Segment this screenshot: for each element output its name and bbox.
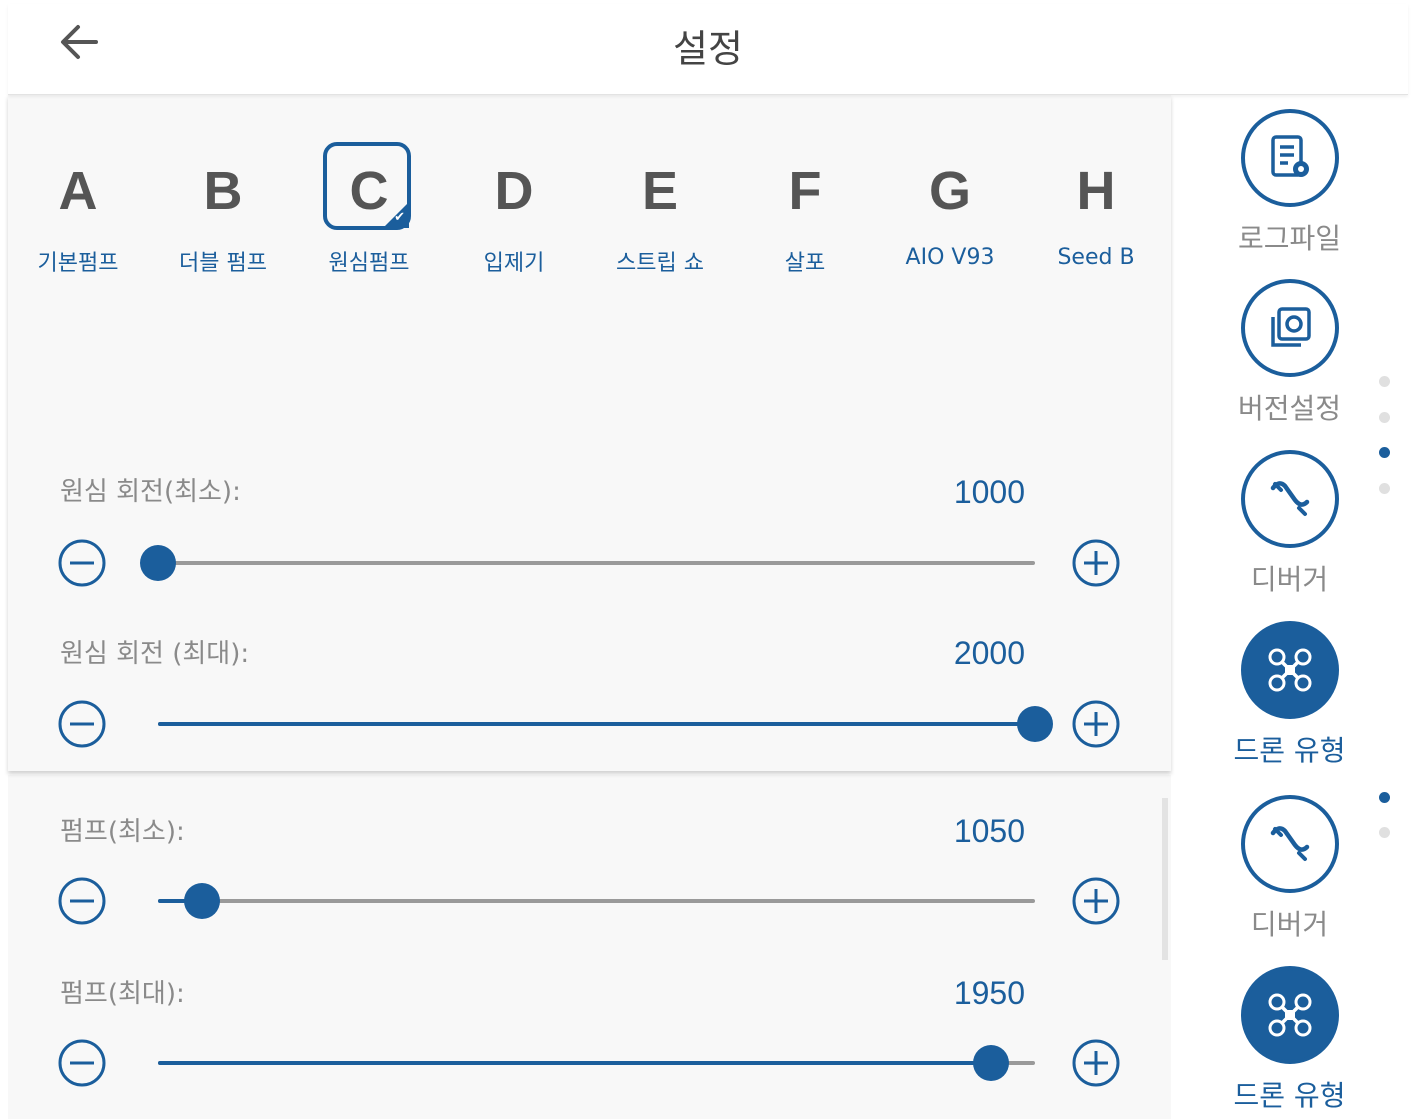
slider-thumb[interactable] [973, 1045, 1010, 1081]
menu-label: 디버거 [1250, 908, 1329, 941]
settings-panel-top: A 기본펌프 B 더블 펌프 ✔ C 원심펌프 D 입제기 E 스트립 쇼 F … [8, 95, 1171, 771]
drone-type-name: 더블 펌프 [179, 251, 267, 276]
debugger-icon [1240, 795, 1339, 893]
minus-icon[interactable] [57, 1038, 107, 1088]
page-title: 설정 [673, 27, 743, 71]
slider-label: 원심 회전(최소): [60, 477, 241, 507]
drone-type-d[interactable]: D 입제기 [459, 143, 569, 277]
page-dot-active[interactable] [1379, 792, 1390, 803]
plus-icon[interactable] [1071, 538, 1121, 588]
menu-label: 버전설정 [1237, 392, 1342, 425]
slider-value: 1000 [953, 474, 1025, 510]
page-dot-active[interactable] [1379, 447, 1390, 458]
menu-log-file[interactable]: 로그파일 [1171, 109, 1408, 257]
drone-type-letter: C [349, 161, 389, 221]
drone-type-g[interactable]: G AIO V93 [895, 143, 1005, 270]
slider-track[interactable] [140, 545, 1035, 581]
debugger-icon [1240, 450, 1339, 548]
slider-value: 1050 [953, 813, 1025, 849]
slider-fill [158, 722, 1035, 726]
drone-type-c[interactable]: ✔ C 원심펌프 [314, 142, 424, 277]
menu-debugger[interactable]: 디버거 [1171, 450, 1408, 598]
plus-icon[interactable] [1071, 699, 1121, 749]
minus-icon[interactable] [57, 699, 107, 749]
page-dot[interactable] [1379, 376, 1390, 387]
drone-type-a[interactable]: A 기본펌프 [23, 143, 133, 277]
page-dot[interactable] [1379, 483, 1390, 494]
slider-track[interactable] [158, 706, 1053, 742]
minus-icon[interactable] [57, 876, 107, 926]
slider-fill [158, 1061, 992, 1065]
drone-icon [1240, 966, 1339, 1064]
menu-debugger[interactable]: 디버거 [1171, 795, 1408, 943]
minus-icon[interactable] [57, 538, 107, 588]
drone-type-name: AIO V93 [905, 245, 995, 270]
drone-type-letter: D [494, 161, 534, 221]
slider-value: 2000 [953, 635, 1025, 671]
drone-type-letter: A [58, 161, 98, 221]
slider-value: 1950 [953, 975, 1025, 1011]
app-header: 설정 [8, 4, 1408, 95]
slider-track[interactable] [158, 883, 1035, 919]
slider-label: 원심 회전 (최대): [60, 639, 250, 669]
drone-type-letter: B [203, 161, 243, 221]
side-menu-top: 로그파일 버전설정 디버거 드론 유형 [1171, 95, 1408, 771]
menu-version[interactable]: 버전설정 [1171, 279, 1408, 427]
drone-type-letter: H [1076, 161, 1116, 221]
drone-type-name: Seed B [1057, 245, 1135, 270]
drone-type-letter: F [788, 161, 822, 221]
drone-type-name: 입제기 [483, 251, 545, 276]
drone-type-letter: G [928, 161, 971, 221]
settings-panel-bottom: 펌프(최소): 1050 펌프(최대): 1950 [8, 775, 1171, 1119]
menu-label: 드론 유형 [1233, 734, 1346, 767]
slider-thumb[interactable] [1017, 706, 1053, 742]
log-file-icon [1240, 109, 1339, 207]
page-dot[interactable] [1379, 827, 1390, 838]
menu-label: 디버거 [1250, 563, 1329, 596]
scrollbar[interactable] [1162, 798, 1168, 960]
slider-thumb[interactable] [183, 883, 220, 919]
drone-type-h[interactable]: H Seed B [1041, 143, 1151, 270]
drone-type-name: 기본펌프 [37, 251, 119, 276]
plus-icon[interactable] [1071, 876, 1121, 926]
drone-type-e[interactable]: E 스트립 쇼 [605, 143, 715, 277]
drone-type-name: 살포 [784, 251, 826, 276]
drone-type-f[interactable]: F 살포 [750, 143, 860, 277]
menu-label: 로그파일 [1237, 222, 1342, 255]
slider-label: 펌프(최소): [60, 817, 185, 847]
menu-label: 드론 유형 [1233, 1079, 1346, 1112]
slider-thumb[interactable] [140, 545, 176, 581]
drone-type-b[interactable]: B 더블 펌프 [168, 143, 278, 277]
slider-label: 펌프(최대): [60, 979, 185, 1009]
side-menu-bottom: 디버거 드론 유형 [1171, 775, 1408, 1119]
drone-type-name: 원심펌프 [328, 251, 410, 276]
drone-type-letter: E [641, 161, 679, 221]
version-icon [1240, 279, 1339, 377]
plus-icon[interactable] [1071, 1038, 1121, 1088]
drone-type-name: 스트립 쇼 [616, 251, 704, 276]
menu-drone-type[interactable]: 드론 유형 [1171, 621, 1408, 769]
slider-track[interactable] [158, 1045, 1035, 1081]
drone-icon [1240, 621, 1339, 719]
menu-drone-type[interactable]: 드론 유형 [1171, 966, 1408, 1114]
page-dot[interactable] [1379, 412, 1390, 423]
